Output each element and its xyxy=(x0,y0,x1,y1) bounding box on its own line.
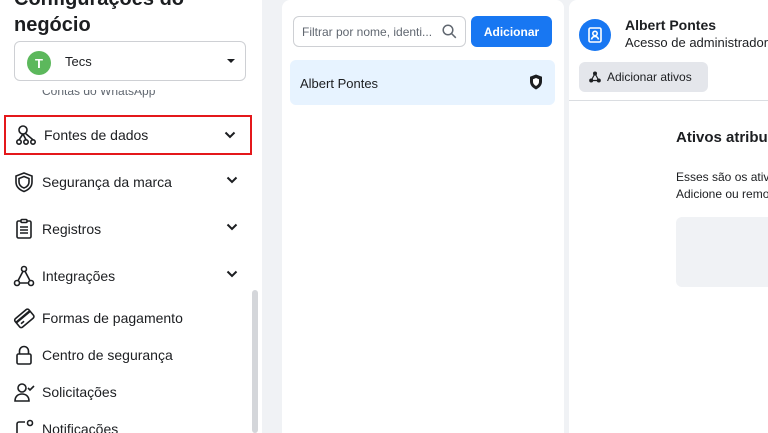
sidebar-item-integrations[interactable]: Integrações xyxy=(4,256,252,296)
data-sources-icon xyxy=(14,123,38,147)
person-check-icon xyxy=(12,380,36,404)
user-avatar xyxy=(579,19,611,51)
sidebar-item-label: Fontes de dados xyxy=(44,127,149,143)
section-description: Esses são os ativ Adicione ou remo xyxy=(676,169,768,203)
people-panel: Adicionar Albert Pontes xyxy=(282,0,564,433)
sidebar-item-data-sources[interactable]: Fontes de dados xyxy=(4,115,252,155)
shield-icon xyxy=(12,170,36,194)
sidebar-item-label: Formas de pagamento xyxy=(42,310,183,326)
chevron-down-icon xyxy=(226,223,238,231)
add-assets-label: Adicionar ativos xyxy=(607,70,692,84)
sidebar-item-label: Segurança da marca xyxy=(42,174,172,190)
sidebar-item-logs[interactable]: Registros xyxy=(4,209,252,249)
detail-header: Albert Pontes Acesso de administrador Ad… xyxy=(569,0,768,101)
lock-icon xyxy=(12,343,36,367)
sidebar-item-whatsapp-accounts[interactable]: Contas do WhatsApp xyxy=(42,90,155,104)
list-item[interactable]: Albert Pontes xyxy=(290,60,555,105)
detail-panel: Albert Pontes Acesso de administrador Ad… xyxy=(569,0,768,433)
clipboard-icon xyxy=(12,217,36,241)
user-role: Acesso de administrador xyxy=(625,35,768,50)
section-description-line: Adicione ou remo xyxy=(676,187,768,201)
id-badge-icon xyxy=(588,27,602,43)
search-icon xyxy=(442,24,457,39)
person-name: Albert Pontes xyxy=(300,76,379,91)
sidebar: Configurações do negócio T Tecs Contas d… xyxy=(0,0,262,433)
filter-input[interactable] xyxy=(293,16,466,47)
credit-card-icon xyxy=(12,306,36,330)
assets-placeholder xyxy=(676,217,768,287)
sidebar-item-label: Registros xyxy=(42,221,102,237)
sidebar-item-brand-safety[interactable]: Segurança da marca xyxy=(4,162,252,202)
account-name: Tecs xyxy=(65,54,92,69)
sidebar-item-security-center[interactable]: Centro de segurança xyxy=(4,335,252,375)
sidebar-item-label: Integrações xyxy=(42,268,116,284)
integrations-icon xyxy=(12,264,36,288)
assets-icon xyxy=(589,71,601,83)
caret-down-icon xyxy=(227,59,235,63)
sidebar-item-label: Centro de segurança xyxy=(42,347,173,363)
section-description-line: Esses são os ativ xyxy=(676,170,768,184)
bell-icon xyxy=(12,417,36,433)
page-title: Configurações do negócio xyxy=(14,0,184,36)
chevron-down-icon xyxy=(226,176,238,184)
chevron-down-icon xyxy=(224,131,236,139)
admin-shield-icon xyxy=(530,74,542,90)
sidebar-scrollbar[interactable] xyxy=(252,290,258,433)
sidebar-item-label: Solicitações xyxy=(42,384,117,400)
section-title: Ativos atribuí xyxy=(676,129,768,146)
sidebar-item-notifications[interactable]: Notificações xyxy=(4,409,252,433)
add-assets-button[interactable]: Adicionar ativos xyxy=(579,62,708,92)
sidebar-item-requests[interactable]: Solicitações xyxy=(4,372,252,412)
account-avatar: T xyxy=(27,51,51,75)
user-name: Albert Pontes xyxy=(625,17,717,33)
sidebar-item-label: Notificações xyxy=(42,421,119,433)
chevron-down-icon xyxy=(226,270,238,278)
add-button[interactable]: Adicionar xyxy=(471,16,552,47)
account-selector[interactable]: T Tecs xyxy=(14,41,246,81)
sidebar-item-payment-methods[interactable]: Formas de pagamento xyxy=(4,298,252,338)
